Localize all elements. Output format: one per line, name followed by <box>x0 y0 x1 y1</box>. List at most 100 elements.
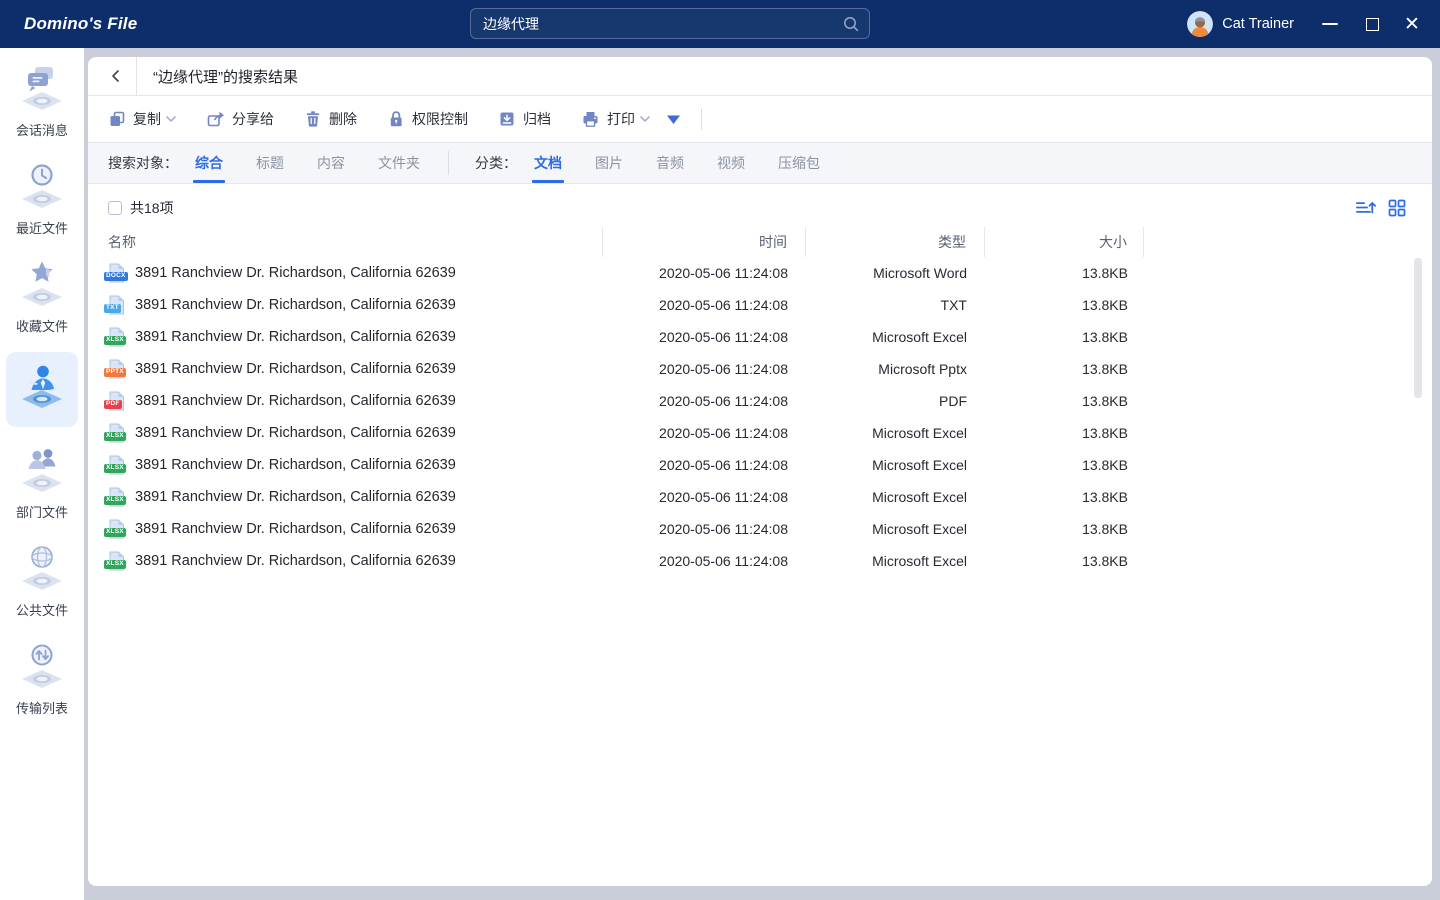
file-type-icon: XLSX <box>108 487 125 507</box>
table-row[interactable]: XLSX 3891 Ranchview Dr. Richardson, Cali… <box>108 513 1432 545</box>
column-header-time: 时间 <box>603 227 806 257</box>
department-files-icon <box>18 446 66 501</box>
sidebar-item-label: 会话消息 <box>16 120 68 139</box>
sidebar-item-my-files[interactable] <box>6 352 78 427</box>
select-all-checkbox[interactable] <box>108 201 122 215</box>
triangle-down-icon[interactable] <box>666 114 681 125</box>
app-titlebar: Domino's File Cat Trainer ✕ <box>0 0 1440 48</box>
file-name: 3891 Ranchview Dr. Richardson, Californi… <box>135 265 456 281</box>
sidebar-item-label: 传输列表 <box>16 698 68 717</box>
close-icon[interactable]: ✕ <box>1398 10 1426 38</box>
permission-button[interactable]: 权限控制 <box>387 109 468 129</box>
scope-option-title[interactable]: 标题 <box>256 143 284 183</box>
public-files-icon <box>18 544 66 599</box>
vertical-scrollbar[interactable] <box>1414 258 1422 398</box>
file-name: 3891 Ranchview Dr. Richardson, Californi… <box>135 521 456 537</box>
file-size: 13.8KB <box>985 449 1144 481</box>
file-name: 3891 Ranchview Dr. Richardson, Californi… <box>135 297 456 313</box>
minimize-icon[interactable] <box>1316 10 1344 38</box>
table-row[interactable]: XLSX 3891 Ranchview Dr. Richardson, Cali… <box>108 545 1432 577</box>
file-time: 2020-05-06 11:24:08 <box>603 289 806 321</box>
delete-button[interactable]: 删除 <box>304 109 357 129</box>
sidebar-item-label: 最近文件 <box>16 218 68 237</box>
lock-icon <box>387 110 405 128</box>
item-count: 共18项 <box>130 198 174 218</box>
table-row[interactable]: XLSX 3891 Ranchview Dr. Richardson, Cali… <box>108 417 1432 449</box>
archive-button[interactable]: 归档 <box>498 109 551 129</box>
category-option-video[interactable]: 视频 <box>717 143 745 183</box>
file-ext-badge: DOCX <box>104 272 128 282</box>
magnifier-icon[interactable] <box>843 16 859 32</box>
file-name: 3891 Ranchview Dr. Richardson, Californi… <box>135 489 456 505</box>
file-size: 13.8KB <box>985 289 1144 321</box>
copy-button[interactable]: 复制 <box>108 109 176 129</box>
global-search[interactable] <box>470 8 870 39</box>
user-avatar[interactable] <box>1187 11 1213 37</box>
column-header-name: 名称 <box>108 227 603 257</box>
table-row[interactable]: DOCX 3891 Ranchview Dr. Richardson, Cali… <box>108 257 1432 289</box>
file-type: Microsoft Excel <box>806 513 985 545</box>
sort-asc-icon[interactable] <box>1355 199 1376 217</box>
file-size: 13.8KB <box>985 385 1144 417</box>
chevron-down-icon <box>166 115 176 123</box>
sidebar-item-label: 部门文件 <box>16 502 68 521</box>
file-ext-badge: XLSX <box>104 560 126 570</box>
file-type: PDF <box>806 385 985 417</box>
toolbar: 复制 分享给 删除 权限控制 归档 打印 <box>88 96 1432 143</box>
table-row[interactable]: TXT 3891 Ranchview Dr. Richardson, Calif… <box>108 289 1432 321</box>
file-size: 13.8KB <box>985 257 1144 289</box>
scope-option-all[interactable]: 综合 <box>195 143 223 183</box>
file-type-icon: DOCX <box>108 263 125 283</box>
file-size: 13.8KB <box>985 321 1144 353</box>
scope-option-folder[interactable]: 文件夹 <box>378 143 420 183</box>
file-size: 13.8KB <box>985 513 1144 545</box>
search-input[interactable] <box>483 16 843 32</box>
back-button[interactable] <box>104 64 126 88</box>
sidebar-item-recent-files[interactable]: 最近文件 <box>6 156 78 241</box>
print-button[interactable]: 打印 <box>581 109 650 129</box>
file-name: 3891 Ranchview Dr. Richardson, Californi… <box>135 425 456 441</box>
sidebar-item-starred-files[interactable]: 收藏文件 <box>6 254 78 339</box>
scope-option-content[interactable]: 内容 <box>317 143 345 183</box>
file-type-icon: PPTX <box>108 359 125 379</box>
file-ext-badge: PPTX <box>104 368 126 378</box>
grid-view-icon[interactable] <box>1388 199 1406 217</box>
file-ext-badge: XLSX <box>104 464 126 474</box>
file-type-icon: XLSX <box>108 455 125 475</box>
sidebar-item-department-files[interactable]: 部门文件 <box>6 440 78 525</box>
file-type-icon: TXT <box>108 295 125 315</box>
file-type-icon: PDF <box>108 391 125 411</box>
sidebar-item-transfer-list[interactable]: 传输列表 <box>6 636 78 721</box>
category-option-document[interactable]: 文档 <box>534 143 562 183</box>
file-size: 13.8KB <box>985 545 1144 577</box>
table-row[interactable]: XLSX 3891 Ranchview Dr. Richardson, Cali… <box>108 321 1432 353</box>
sidebar-item-public-files[interactable]: 公共文件 <box>6 538 78 623</box>
file-time: 2020-05-06 11:24:08 <box>603 385 806 417</box>
share-button[interactable]: 分享给 <box>206 109 274 129</box>
file-ext-badge: PDF <box>104 400 122 410</box>
file-type: Microsoft Excel <box>806 481 985 513</box>
file-time: 2020-05-06 11:24:08 <box>603 257 806 289</box>
file-name: 3891 Ranchview Dr. Richardson, Californi… <box>135 553 456 569</box>
main-panel: “边缘代理”的搜索结果 复制 分享给 删除 权限控制 归档 打印 <box>88 57 1432 886</box>
file-size: 13.8KB <box>985 353 1144 385</box>
table-row[interactable]: PPTX 3891 Ranchview Dr. Richardson, Cali… <box>108 353 1432 385</box>
table-row[interactable]: XLSX 3891 Ranchview Dr. Richardson, Cali… <box>108 481 1432 513</box>
maximize-icon[interactable] <box>1358 10 1386 38</box>
category-option-archive[interactable]: 压缩包 <box>778 143 820 183</box>
category-option-audio[interactable]: 音频 <box>656 143 684 183</box>
category-option-image[interactable]: 图片 <box>595 143 623 183</box>
file-type: TXT <box>806 289 985 321</box>
table-row[interactable]: XLSX 3891 Ranchview Dr. Richardson, Cali… <box>108 449 1432 481</box>
column-header-size: 大小 <box>985 227 1144 257</box>
chat-messages-icon <box>18 64 66 119</box>
file-ext-badge: TXT <box>104 304 121 314</box>
file-type: Microsoft Excel <box>806 449 985 481</box>
sidebar-item-chat-messages[interactable]: 会话消息 <box>6 58 78 143</box>
divider <box>701 108 702 130</box>
file-time: 2020-05-06 11:24:08 <box>603 513 806 545</box>
file-time: 2020-05-06 11:24:08 <box>603 449 806 481</box>
sidebar-item-label: 公共文件 <box>16 600 68 619</box>
divider <box>448 151 449 175</box>
table-row[interactable]: PDF 3891 Ranchview Dr. Richardson, Calif… <box>108 385 1432 417</box>
